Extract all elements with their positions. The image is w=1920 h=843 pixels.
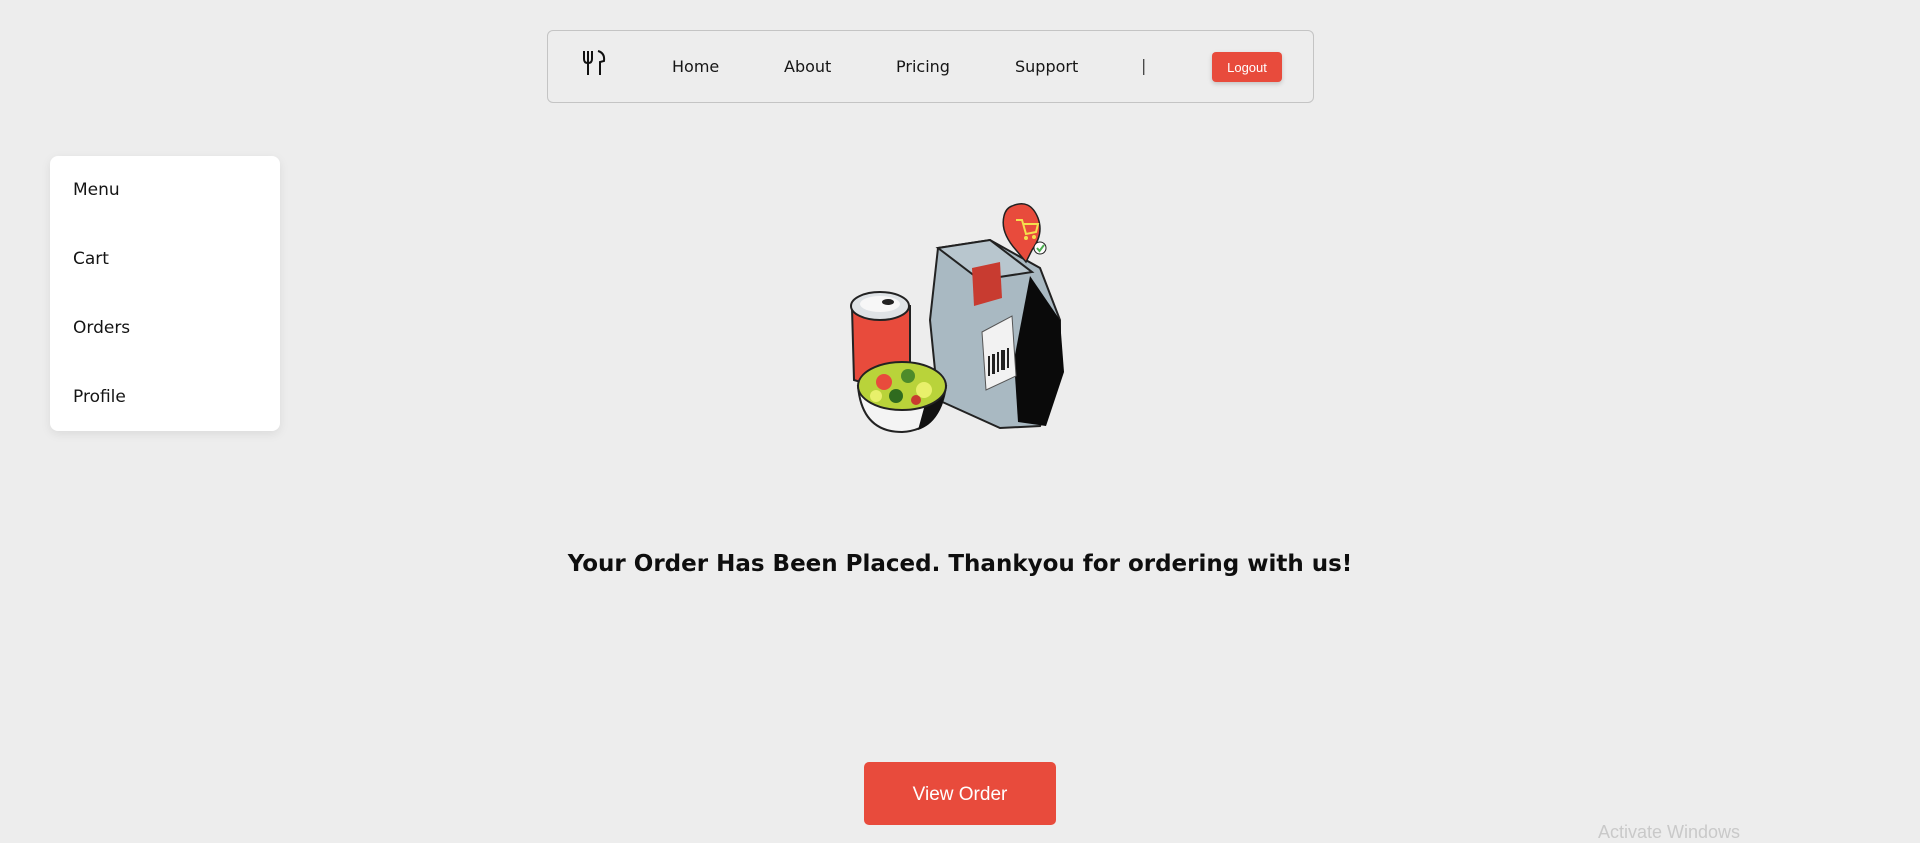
fork-knife-icon[interactable] — [581, 49, 607, 77]
sidebar-item-profile[interactable]: Profile — [73, 386, 126, 408]
nav-link-home[interactable]: Home — [672, 57, 719, 77]
sidebar: Menu Cart Orders Profile — [50, 156, 280, 431]
top-navbar: Home About Pricing Support | Logout — [547, 30, 1314, 103]
activate-windows-watermark: Activate Windows — [1598, 822, 1741, 842]
nav-link-about[interactable]: About — [784, 57, 831, 77]
food-delivery-bag-icon — [850, 203, 1064, 434]
view-order-button[interactable]: View Order — [864, 762, 1056, 825]
logout-button[interactable]: Logout — [1212, 52, 1282, 82]
nav-separator: | — [1141, 56, 1147, 75]
sidebar-item-orders[interactable]: Orders — [73, 317, 130, 339]
nav-link-pricing[interactable]: Pricing — [896, 57, 950, 77]
nav-link-support[interactable]: Support — [1015, 57, 1078, 77]
sidebar-item-menu[interactable]: Menu — [73, 179, 120, 201]
sidebar-item-cart[interactable]: Cart — [73, 248, 109, 270]
order-confirmation-message: Your Order Has Been Placed. Thankyou for… — [567, 551, 1353, 577]
